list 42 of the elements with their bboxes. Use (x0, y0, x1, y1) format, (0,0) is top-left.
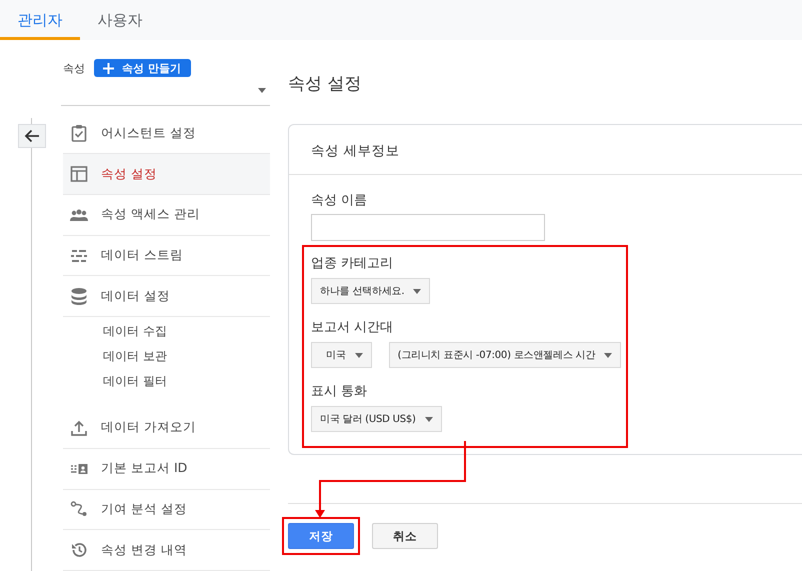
nav-subitem[interactable]: 데이터 수집 (103, 319, 270, 344)
nav-item[interactable]: 속성 변경 내역 (63, 530, 270, 571)
nav-item[interactable]: 속성 설정 (63, 154, 270, 195)
nav-subitem[interactable]: 데이터 보관 (103, 344, 270, 370)
nav-item[interactable]: 데이터 스트림 (63, 236, 270, 276)
upload-icon (70, 418, 88, 437)
dropdown[interactable]: 하나를 선택하세요. (311, 278, 430, 304)
cancel-button[interactable]: 취소 (372, 523, 438, 549)
card-title: 속성 세부정보 (289, 125, 802, 175)
caret-icon (413, 288, 422, 294)
nav-item[interactable]: 데이터 설정 (63, 276, 270, 318)
back-arrow-icon (24, 129, 40, 143)
back-button[interactable] (18, 124, 46, 148)
save-button[interactable]: 저장 (288, 523, 354, 549)
history-icon (70, 541, 88, 560)
create-property-button[interactable]: 속성 만들기 (94, 59, 191, 78)
plus-icon (103, 62, 114, 74)
database-icon (70, 287, 88, 306)
nav-item[interactable]: 속성 액세스 관리 (63, 194, 270, 236)
path-icon (70, 500, 88, 518)
field-label: 속성 이름 (311, 192, 368, 210)
nav-item[interactable]: 데이터 가져오기 (63, 408, 270, 449)
caret-icon (354, 352, 363, 358)
tab[interactable]: 관리자 (0, 0, 80, 40)
dropdown[interactable]: (그리니치 표준시 -07:00) 로스앤젤레스 시간 (388, 342, 622, 368)
layout-icon (70, 165, 88, 184)
field-label: 표시 통화 (311, 383, 368, 401)
field-label: 업종 카테고리 (311, 255, 394, 273)
clipboard-check-icon (70, 124, 88, 142)
tab[interactable]: 사용자 (80, 0, 160, 40)
caret-icon (604, 352, 612, 358)
dropdown[interactable]: 미국 (311, 342, 372, 368)
property-name-field[interactable] (311, 214, 545, 241)
page-title: 속성 설정 (288, 73, 362, 96)
field-label: 보고서 시간대 (311, 319, 394, 337)
nav-subitem[interactable]: 데이터 필터 (103, 369, 270, 394)
dropdown[interactable]: 미국 달러 (USD US$) (311, 406, 442, 432)
nav-item[interactable]: 기여 분석 설정 (63, 490, 270, 530)
nav-item[interactable]: 기본 보고서 ID (63, 448, 270, 490)
caret-icon (424, 416, 433, 422)
property-label: 속성 (63, 60, 85, 76)
caret-icon (258, 88, 266, 94)
